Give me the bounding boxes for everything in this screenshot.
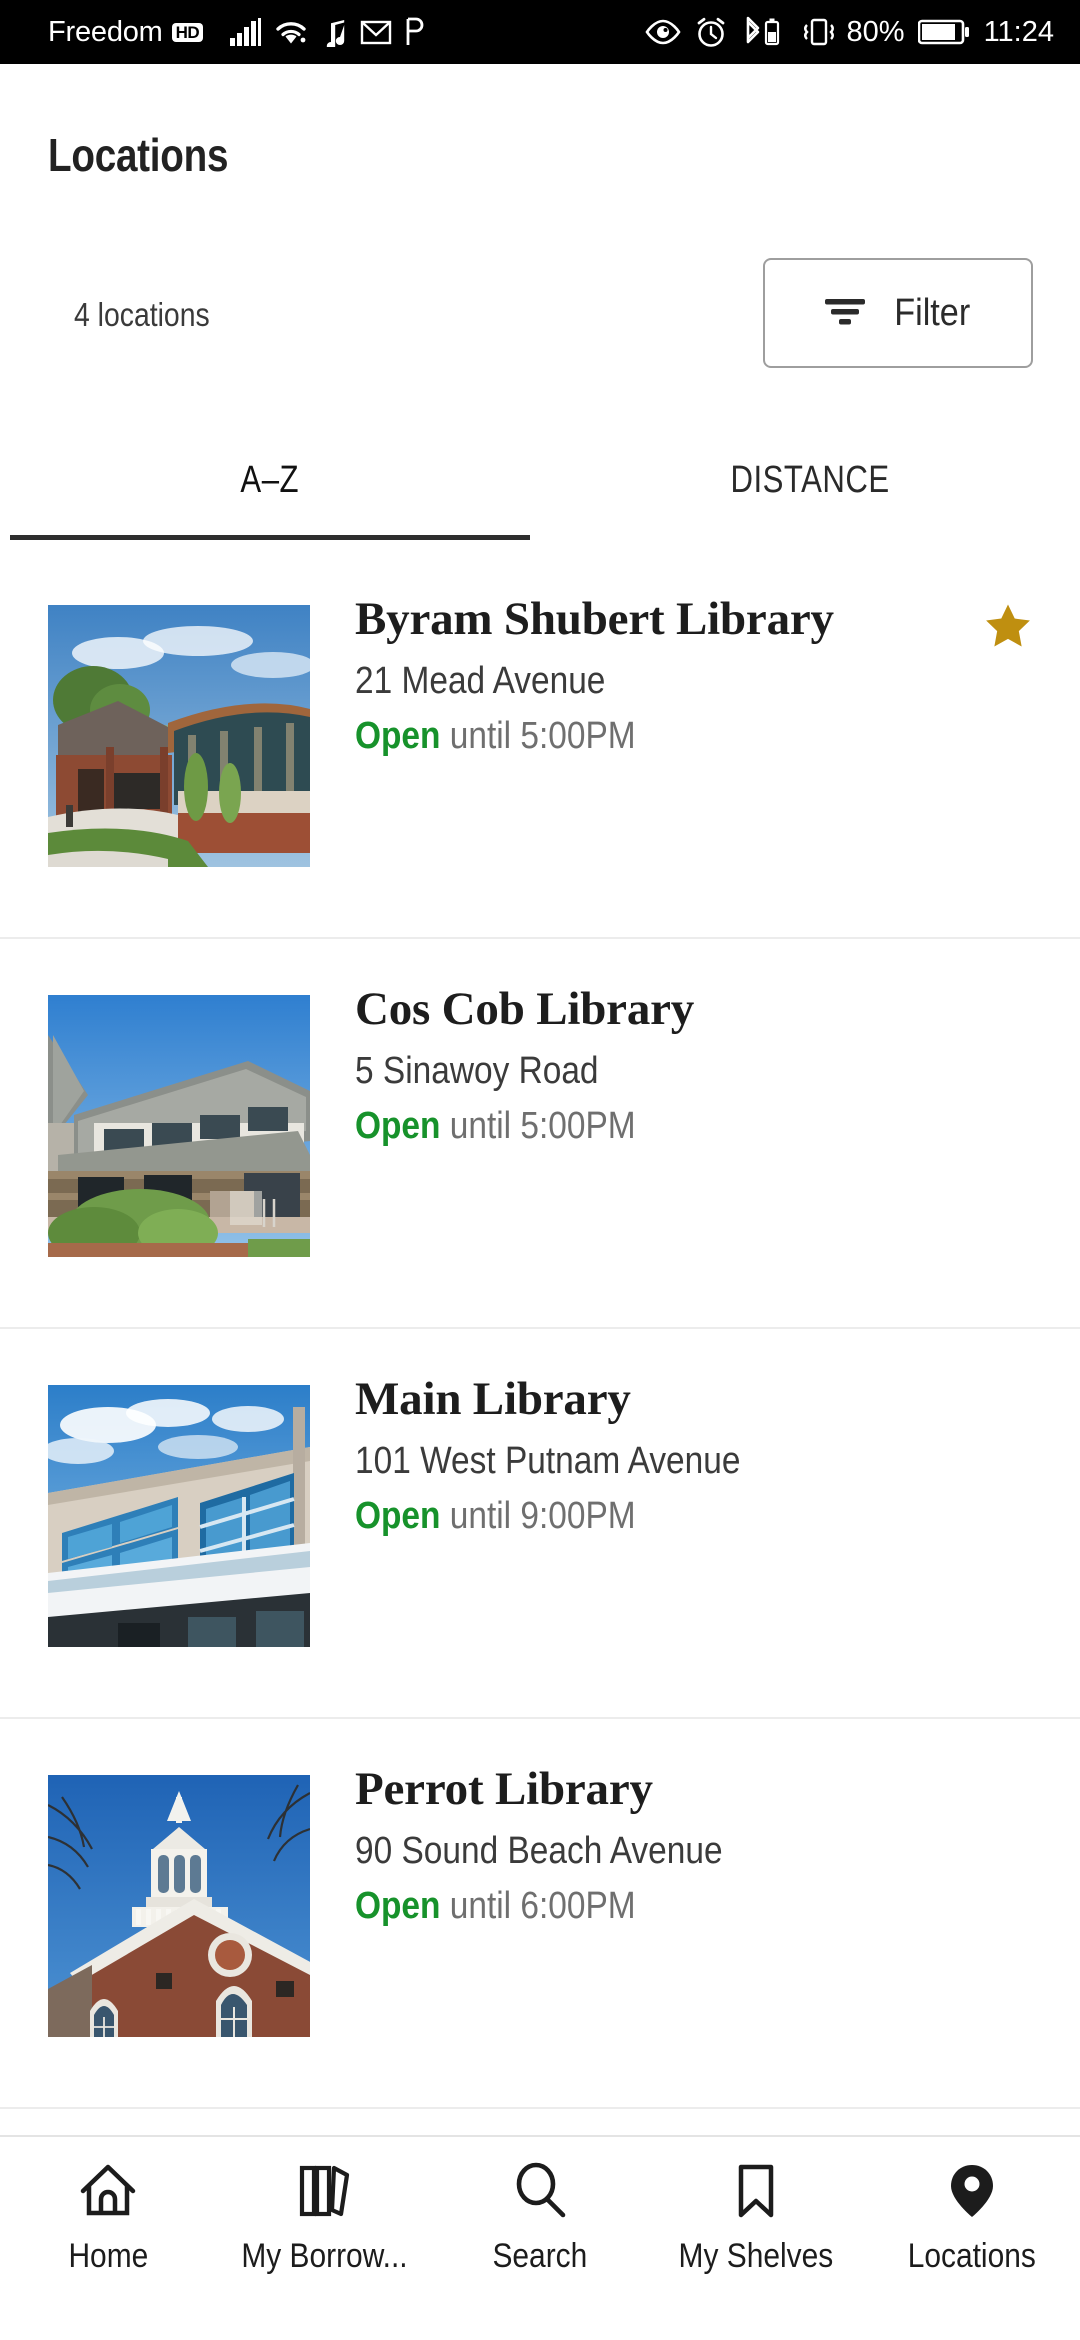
location-count-label: 4 locations: [74, 296, 210, 333]
bottom-navigation-bar: Home My Borrow... Search My Shelves Loca…: [0, 2135, 1080, 2340]
list-item[interactable]: Byram Shubert Library 21 Mead Avenue Ope…: [0, 549, 1080, 939]
open-status: Open: [355, 714, 441, 757]
alarm-clock-icon: [695, 16, 727, 48]
filter-button-label: Filter: [893, 291, 970, 334]
filter-button[interactable]: Filter: [763, 258, 1033, 368]
nav-item-home-label: Home: [68, 2237, 148, 2275]
nav-item-locations[interactable]: Locations: [864, 2159, 1080, 2276]
closing-time: until 5:00PM: [440, 714, 636, 757]
location-info: Byram Shubert Library 21 Mead Avenue Ope…: [355, 593, 1020, 758]
nav-item-my-borrowing-label: My Borrow...: [240, 2237, 408, 2275]
open-status: Open: [355, 1884, 441, 1927]
list-item[interactable]: Perrot Library 90 Sound Beach Avenue Ope…: [0, 1719, 1080, 2109]
byram-shubert-library-photo: [48, 605, 310, 867]
nav-item-search-label: Search: [492, 2237, 588, 2275]
tab-active-indicator: [10, 535, 530, 540]
tab-distance[interactable]: DISTANCE: [540, 420, 1080, 540]
closing-time: until 9:00PM: [440, 1494, 636, 1537]
signal-bars-icon: [229, 18, 262, 46]
nav-item-search[interactable]: Search: [432, 2159, 648, 2276]
open-status: Open: [355, 1104, 441, 1147]
clock-time: 11:24: [983, 15, 1054, 48]
favorite-star-icon[interactable]: [982, 601, 1034, 653]
tab-distance-label: DISTANCE: [730, 458, 890, 501]
nav-item-my-borrowing[interactable]: My Borrow...: [216, 2159, 432, 2276]
wifi-icon: [274, 18, 308, 46]
nav-item-my-shelves-label: My Shelves: [678, 2237, 834, 2275]
p-letter-icon: [405, 17, 425, 47]
location-address: 101 West Putnam Avenue: [355, 1439, 741, 1482]
list-toolbar: 4 locations Filter: [0, 254, 1080, 374]
location-address: 21 Mead Avenue: [355, 659, 606, 702]
cos-cob-library-photo: [48, 995, 310, 1257]
sort-tabs: A–Z DISTANCE: [0, 420, 1080, 540]
tab-a-z[interactable]: A–Z: [0, 420, 540, 540]
nav-item-locations-label: Locations: [907, 2237, 1037, 2275]
nav-item-home[interactable]: Home: [0, 2159, 216, 2276]
books-icon: [293, 2159, 355, 2223]
open-status: Open: [355, 1494, 441, 1537]
status-bar: Freedom HD 80% 11:24: [0, 0, 1080, 64]
location-name: Cos Cob Library: [355, 983, 695, 1035]
battery-icon: [917, 18, 970, 46]
carrier-name: Freedom: [48, 15, 163, 48]
filter-list-icon: [822, 291, 868, 336]
location-hours: Open until 5:00PM: [355, 1105, 940, 1148]
tab-a-z-label: A–Z: [240, 458, 300, 501]
list-item[interactable]: Cos Cob Library 5 Sinawoy Road Open unti…: [0, 939, 1080, 1329]
perrot-library-photo: [48, 1775, 310, 2037]
closing-time: until 5:00PM: [440, 1104, 636, 1147]
location-info: Cos Cob Library 5 Sinawoy Road Open unti…: [355, 983, 1020, 1148]
location-address: 90 Sound Beach Avenue: [355, 1829, 723, 1872]
eye-icon: [644, 19, 682, 45]
page-title: Locations: [48, 129, 229, 181]
location-hours: Open until 5:00PM: [355, 715, 940, 758]
nav-item-my-shelves[interactable]: My Shelves: [648, 2159, 864, 2276]
location-hours: Open until 6:00PM: [355, 1885, 940, 1928]
location-hours: Open until 9:00PM: [355, 1495, 940, 1538]
vibrate-icon: [797, 16, 841, 48]
list-item[interactable]: Main Library 101 West Putnam Avenue Open…: [0, 1329, 1080, 1719]
location-info: Main Library 101 West Putnam Avenue Open…: [355, 1373, 1020, 1538]
search-icon: [509, 2159, 571, 2223]
status-bar-left: Freedom HD: [48, 17, 425, 47]
battery-percentage: 80%: [846, 15, 905, 48]
location-name: Main Library: [355, 1373, 631, 1425]
app-screen: Freedom HD 80% 11:24 Locations 4 locatio…: [0, 0, 1080, 2340]
map-pin-icon: [941, 2159, 1003, 2223]
location-address: 5 Sinawoy Road: [355, 1049, 599, 1092]
hd-badge-icon: HD: [171, 22, 204, 42]
location-name: Byram Shubert Library: [355, 593, 834, 645]
main-library-photo: [48, 1385, 310, 1647]
home-icon: [77, 2159, 139, 2223]
mail-icon: [360, 18, 392, 46]
closing-time: until 6:00PM: [440, 1884, 636, 1927]
location-name: Perrot Library: [355, 1763, 653, 1815]
music-note-icon: [321, 17, 347, 47]
bluetooth-battery-icon: [740, 16, 784, 48]
bookmark-icon: [725, 2159, 787, 2223]
locations-list: Byram Shubert Library 21 Mead Avenue Ope…: [0, 549, 1080, 2109]
status-bar-right: 80% 11:24: [631, 16, 1054, 48]
location-info: Perrot Library 90 Sound Beach Avenue Ope…: [355, 1763, 1020, 1928]
